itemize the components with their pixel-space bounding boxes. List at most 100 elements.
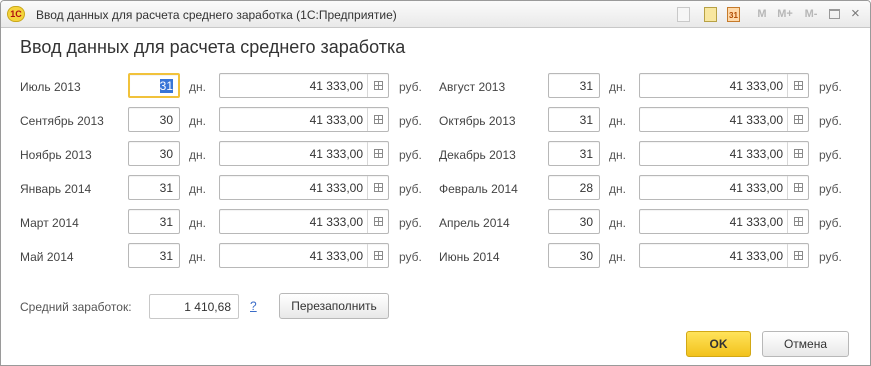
currency-unit-label: руб. <box>399 80 422 94</box>
currency-unit-label: руб. <box>819 80 842 94</box>
days-unit-label: дн. <box>189 148 206 162</box>
currency-unit-label: руб. <box>399 148 422 162</box>
days-input[interactable]: 31 <box>128 175 180 200</box>
days-value: 31 <box>159 215 173 229</box>
calculator-icon[interactable] <box>367 142 388 165</box>
days-unit-label: дн. <box>189 216 206 230</box>
calculator-icon[interactable] <box>367 108 388 131</box>
days-input[interactable]: 31 <box>548 107 600 132</box>
amount-input[interactable]: 41 333,00 <box>639 73 809 98</box>
days-value: 31 <box>579 113 593 127</box>
amount-value: 41 333,00 <box>729 113 783 127</box>
currency-unit-label: руб. <box>819 114 842 128</box>
days-unit-label: дн. <box>609 148 626 162</box>
currency-unit-label: руб. <box>819 182 842 196</box>
amount-value: 41 333,00 <box>309 113 363 127</box>
memory-button[interactable]: M <box>756 7 768 22</box>
amount-value: 41 333,00 <box>309 249 363 263</box>
days-input[interactable]: 31 <box>128 243 180 268</box>
document-icon[interactable] <box>677 7 690 22</box>
days-input[interactable]: 28 <box>548 175 600 200</box>
amount-input[interactable]: 41 333,00 <box>639 175 809 200</box>
days-input[interactable]: 31 <box>128 73 180 98</box>
amount-value: 41 333,00 <box>309 215 363 229</box>
month-label: Ноябрь 2013 <box>20 148 92 162</box>
month-label: Июль 2013 <box>20 80 81 94</box>
cancel-button[interactable]: Отмена <box>762 331 849 357</box>
currency-unit-label: руб. <box>819 216 842 230</box>
amount-input[interactable]: 41 333,00 <box>219 209 389 234</box>
days-unit-label: дн. <box>609 182 626 196</box>
days-value: 30 <box>579 215 593 229</box>
dialog-window: 1С Ввод данных для расчета среднего зара… <box>0 0 871 366</box>
currency-unit-label: руб. <box>399 114 422 128</box>
calculator-icon[interactable] <box>367 210 388 233</box>
days-input[interactable]: 31 <box>548 141 600 166</box>
amount-input[interactable]: 41 333,00 <box>219 107 389 132</box>
maximize-icon[interactable] <box>829 9 840 19</box>
calculator-icon[interactable] <box>367 176 388 199</box>
amount-input[interactable]: 41 333,00 <box>219 243 389 268</box>
days-value: 30 <box>579 249 593 263</box>
amount-value: 41 333,00 <box>729 249 783 263</box>
memory-minus-button[interactable]: M- <box>801 7 821 22</box>
average-earnings-label: Средний заработок: <box>20 300 132 314</box>
amount-input[interactable]: 41 333,00 <box>219 73 389 98</box>
calculator-icon[interactable] <box>787 176 808 199</box>
month-label: Август 2013 <box>439 80 506 94</box>
days-unit-label: дн. <box>189 114 206 128</box>
amount-input[interactable]: 41 333,00 <box>219 141 389 166</box>
month-label: Июнь 2014 <box>439 250 500 264</box>
days-unit-label: дн. <box>609 250 626 264</box>
days-value: 28 <box>579 181 593 195</box>
amount-input[interactable]: 41 333,00 <box>639 209 809 234</box>
calculator-icon[interactable] <box>367 244 388 267</box>
calculator-icon[interactable] <box>367 74 388 97</box>
month-label: Октябрь 2013 <box>439 114 516 128</box>
window-title: Ввод данных для расчета среднего заработ… <box>36 8 397 22</box>
memory-plus-button[interactable]: M+ <box>774 7 796 22</box>
days-input[interactable]: 31 <box>128 209 180 234</box>
days-value: 31 <box>579 79 593 93</box>
amount-input[interactable]: 41 333,00 <box>219 175 389 200</box>
calendar-icon[interactable]: 31 <box>727 7 740 22</box>
days-value: 30 <box>159 113 173 127</box>
month-label: Апрель 2014 <box>439 216 510 230</box>
amount-value: 41 333,00 <box>729 181 783 195</box>
currency-unit-label: руб. <box>399 182 422 196</box>
days-input[interactable]: 31 <box>548 73 600 98</box>
days-unit-label: дн. <box>609 216 626 230</box>
app-logo-icon: 1С <box>7 6 25 22</box>
currency-unit-label: руб. <box>399 250 422 264</box>
amount-value: 41 333,00 <box>729 79 783 93</box>
amount-value: 41 333,00 <box>309 147 363 161</box>
calculator-icon[interactable] <box>704 7 717 22</box>
calculator-icon[interactable] <box>787 210 808 233</box>
days-input[interactable]: 30 <box>128 141 180 166</box>
close-icon[interactable]: × <box>851 5 860 23</box>
calculator-icon[interactable] <box>787 74 808 97</box>
days-input[interactable]: 30 <box>548 209 600 234</box>
calculator-icon[interactable] <box>787 142 808 165</box>
days-value: 31 <box>159 181 173 195</box>
average-help-link[interactable]: ? <box>250 299 257 313</box>
amount-input[interactable]: 41 333,00 <box>639 243 809 268</box>
form-heading: Ввод данных для расчета среднего заработ… <box>20 37 406 57</box>
amount-value: 41 333,00 <box>729 215 783 229</box>
amount-value: 41 333,00 <box>309 79 363 93</box>
amount-input[interactable]: 41 333,00 <box>639 141 809 166</box>
title-bar: 1С Ввод данных для расчета среднего зара… <box>1 1 870 28</box>
calculator-icon[interactable] <box>787 244 808 267</box>
average-earnings-field: 1 410,68 <box>149 294 239 319</box>
ok-button[interactable]: OK <box>686 331 751 357</box>
amount-input[interactable]: 41 333,00 <box>639 107 809 132</box>
days-unit-label: дн. <box>189 250 206 264</box>
refill-button[interactable]: Перезаполнить <box>279 293 389 319</box>
currency-unit-label: руб. <box>819 148 842 162</box>
days-value: 31 <box>159 79 173 93</box>
amount-value: 41 333,00 <box>729 147 783 161</box>
days-input[interactable]: 30 <box>548 243 600 268</box>
days-input[interactable]: 30 <box>128 107 180 132</box>
days-value: 31 <box>579 147 593 161</box>
calculator-icon[interactable] <box>787 108 808 131</box>
